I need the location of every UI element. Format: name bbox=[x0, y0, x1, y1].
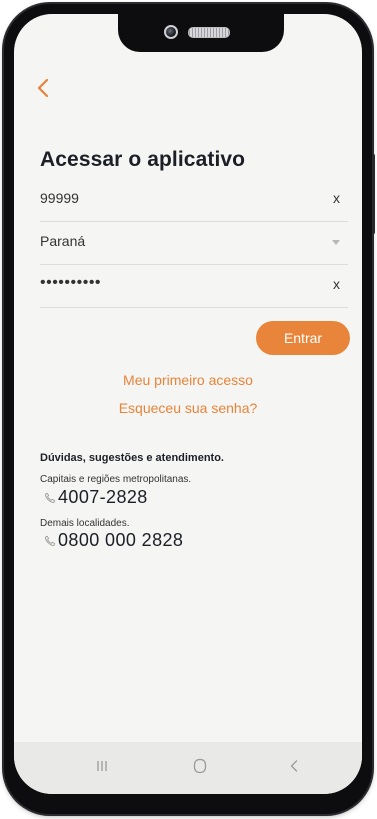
capitals-label: Capitais e regiões metropolitanas. bbox=[40, 474, 192, 485]
notch bbox=[118, 14, 284, 52]
page-title: Acessar o aplicativo bbox=[40, 148, 246, 171]
other-phone-number[interactable]: 0800 000 2828 bbox=[58, 530, 183, 551]
back-button[interactable] bbox=[36, 78, 62, 104]
password-field[interactable]: •••••••••• x bbox=[40, 266, 348, 308]
chevron-left-icon bbox=[37, 78, 49, 98]
home-button[interactable] bbox=[188, 756, 212, 776]
enter-button[interactable]: Entrar bbox=[256, 321, 350, 355]
speaker-icon bbox=[188, 27, 230, 38]
caret-down-icon[interactable] bbox=[332, 240, 340, 245]
password-input-value[interactable]: •••••••••• bbox=[40, 274, 101, 292]
nav-back-icon bbox=[290, 760, 298, 772]
password-clear-button[interactable]: x bbox=[333, 276, 340, 292]
recent-apps-icon bbox=[97, 761, 107, 771]
phone-side-button bbox=[372, 154, 375, 234]
state-select-value[interactable]: Paraná bbox=[40, 233, 85, 249]
user-input-value[interactable]: 99999 bbox=[40, 190, 79, 206]
other-locations-label: Demais localidades. bbox=[40, 518, 130, 529]
camera-icon bbox=[164, 25, 178, 39]
nav-back-button[interactable] bbox=[282, 756, 306, 776]
android-nav-bar bbox=[14, 742, 362, 794]
recent-apps-button[interactable] bbox=[90, 756, 114, 776]
state-select[interactable]: Paraná bbox=[40, 223, 348, 265]
forgot-password-link[interactable]: Esqueceu sua senha? bbox=[14, 400, 362, 416]
phone-icon bbox=[44, 492, 56, 503]
first-access-link[interactable]: Meu primeiro acesso bbox=[14, 372, 362, 388]
capitals-phone-number[interactable]: 4007-2828 bbox=[58, 487, 148, 508]
other-phone-link[interactable]: 0800 000 2828 bbox=[44, 530, 183, 551]
phone-icon bbox=[44, 535, 56, 546]
user-field[interactable]: 99999 x bbox=[40, 180, 348, 222]
user-clear-button[interactable]: x bbox=[333, 190, 340, 206]
capitals-phone-link[interactable]: 4007-2828 bbox=[44, 487, 148, 508]
app-screen: Acessar o aplicativo 99999 x Paraná ••••… bbox=[14, 14, 362, 794]
phone-frame: Acessar o aplicativo 99999 x Paraná ••••… bbox=[4, 4, 375, 814]
help-title: Dúvidas, sugestões e atendimento. bbox=[40, 452, 224, 464]
home-icon bbox=[193, 758, 207, 774]
